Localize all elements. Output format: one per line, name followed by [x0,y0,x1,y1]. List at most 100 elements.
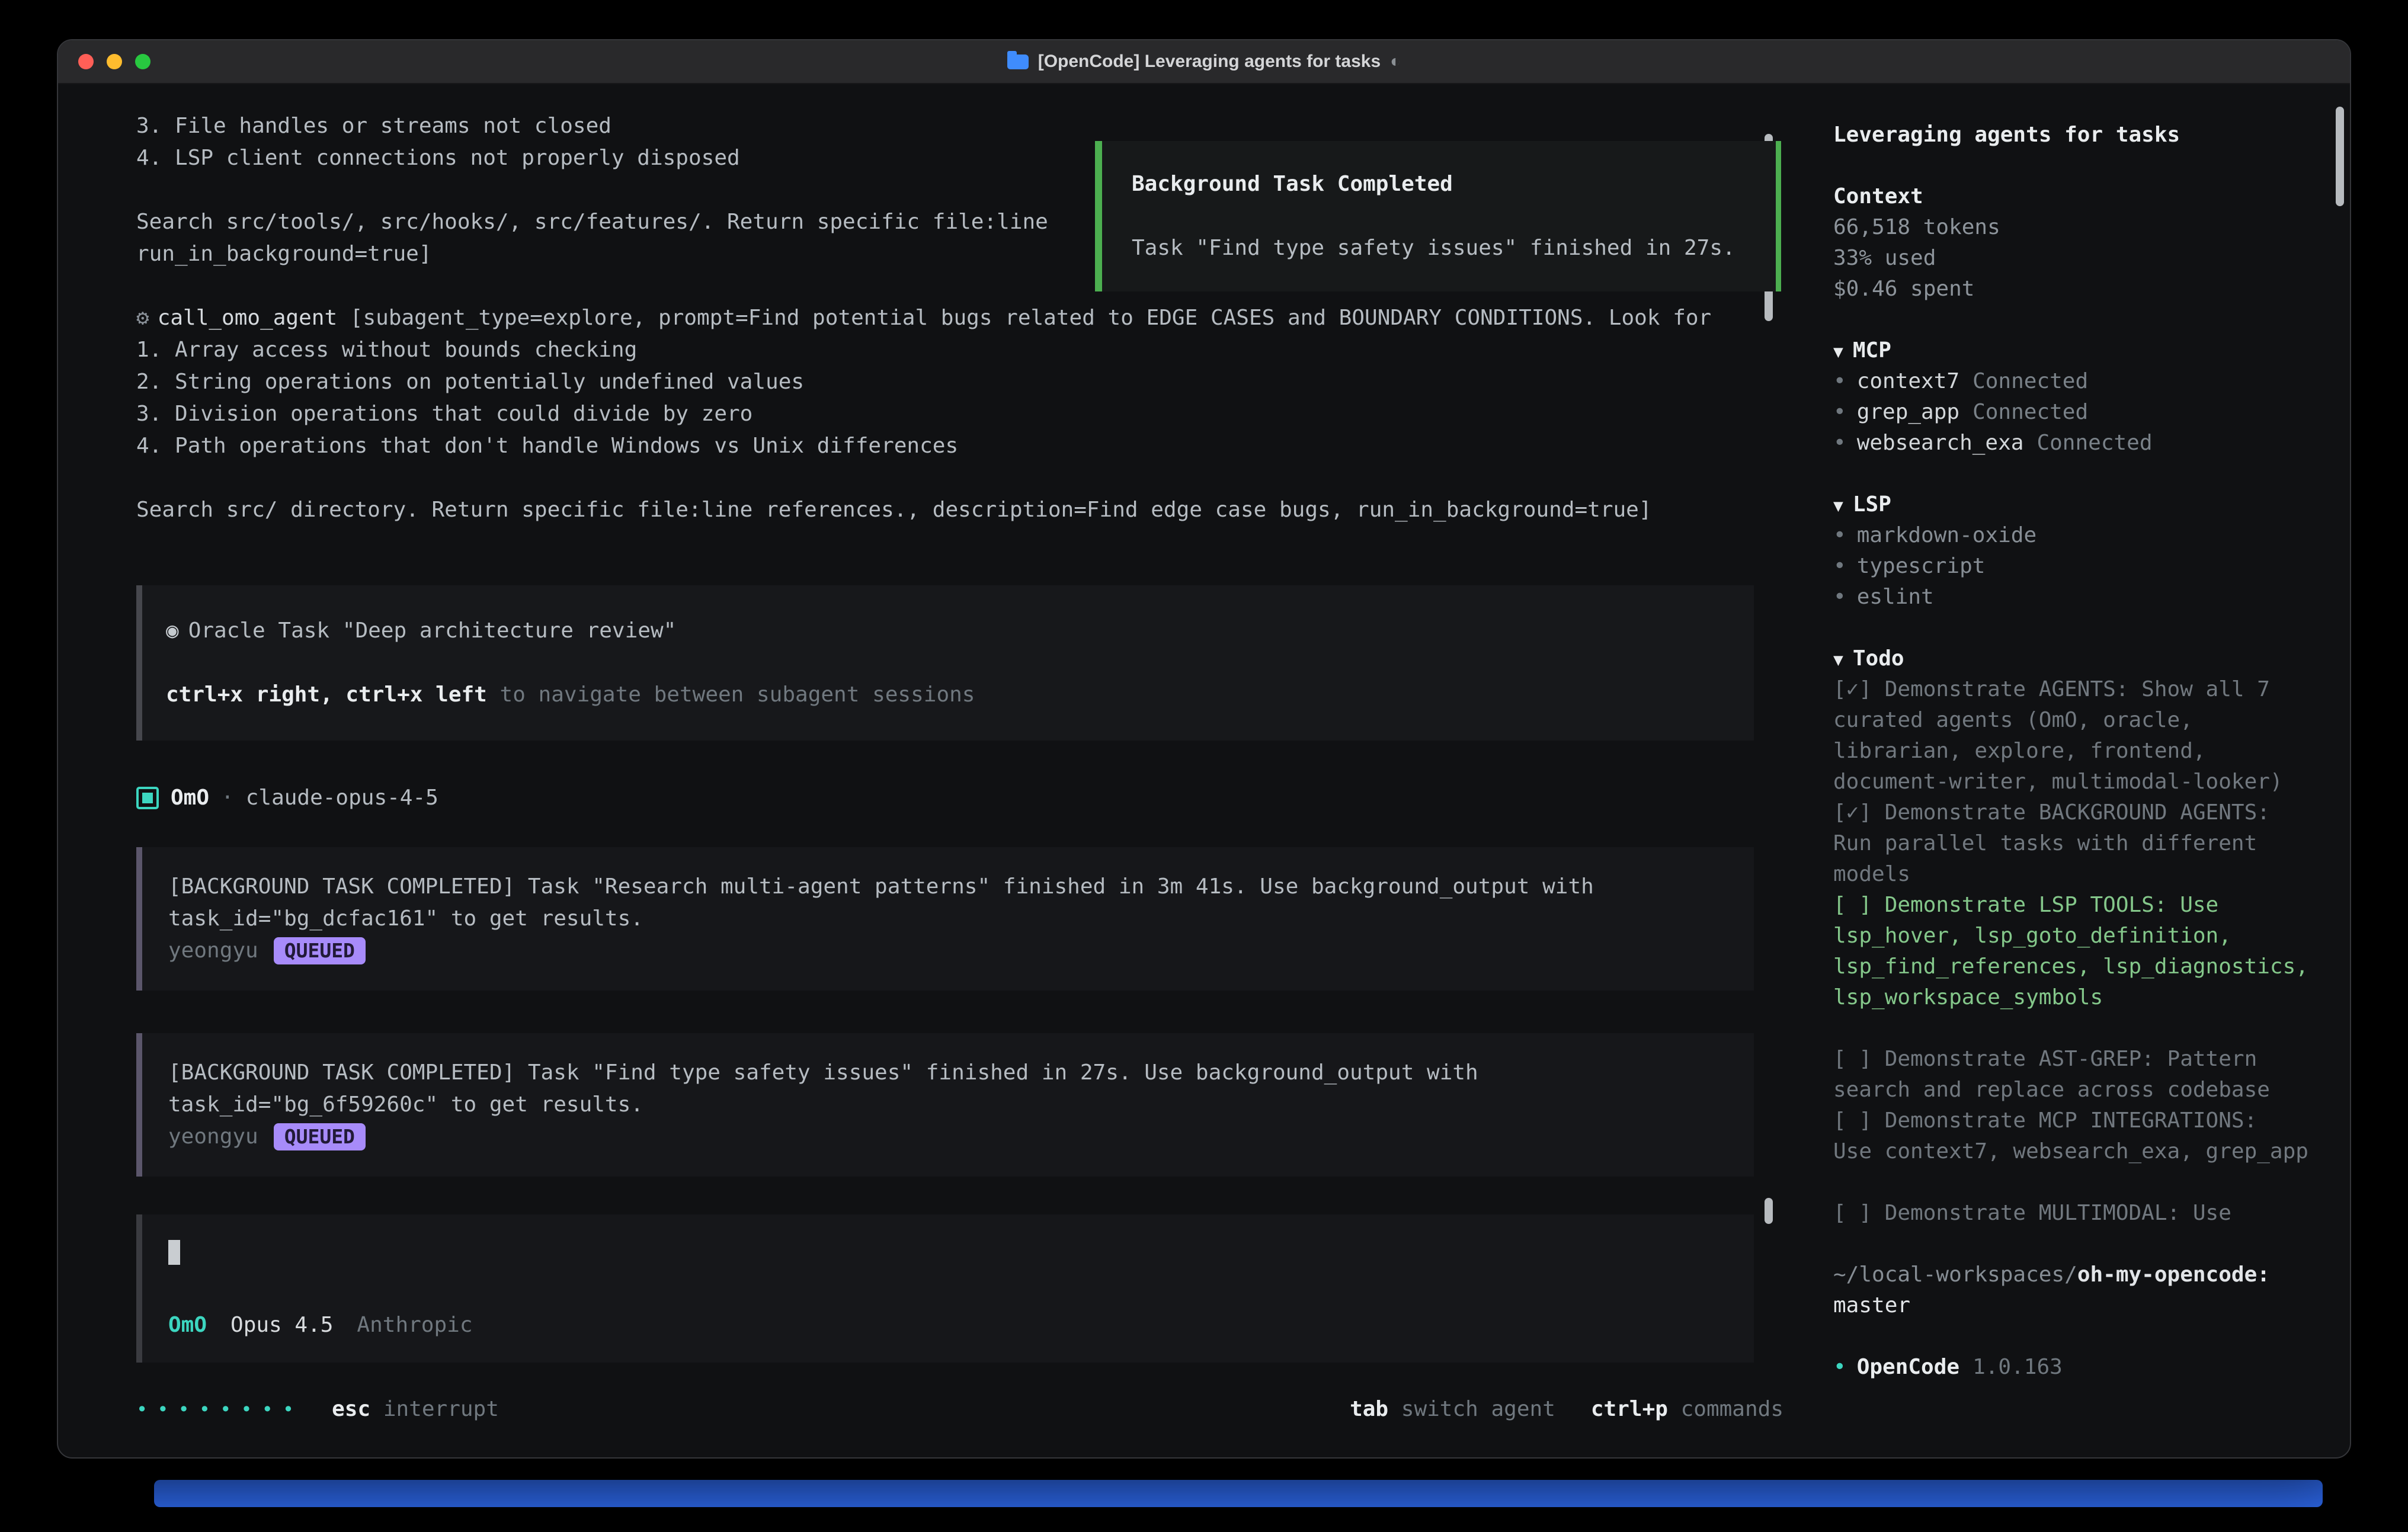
log-line: 2. String operations on potentially unde… [136,366,1754,398]
notification-toast[interactable]: Background Task Completed Task "Find typ… [1095,141,1781,291]
commands-hint: ctrl+p commands [1591,1393,1783,1425]
mcp-item: •grep_appConnected [1833,397,2314,428]
message-block: [BACKGROUND TASK COMPLETED] Task "Find t… [136,1033,1754,1177]
ctrlp-key-label: ctrl+p [1591,1397,1668,1421]
lsp-item: •typescript [1833,551,2314,582]
log-line: Search src/ directory. Return specific f… [136,494,1754,526]
record-icon: ◉ [166,618,179,643]
todo-section-header[interactable]: ▼Todo [1833,643,2314,674]
toast-body: Task "Find type safety issues" finished … [1132,232,1746,264]
todo-item-done: [✓] Demonstrate AGENTS: Show all 7 curat… [1833,674,2314,797]
context-heading: Context [1833,181,2314,212]
chevron-down-icon: ▼ [1833,650,1843,669]
agent-separator: · [221,782,234,814]
terminal-window: [OpenCode] Leveraging agents for tasks ◐… [57,39,2351,1459]
chat-area: 3. File handles or streams not closed 4.… [58,84,1795,1457]
bullet-icon: • [1833,400,1846,424]
esc-key-label: esc [332,1397,370,1421]
message-author: yeongyu [168,1121,258,1153]
log-line-blank [136,462,1754,494]
minimize-button[interactable] [107,54,122,69]
tool-call-line: ⚙call_omo_agent [subagent_type=explore, … [136,302,1754,334]
message-meta: yeongyu QUEUED [168,1121,1721,1153]
background-window-strip [154,1480,2323,1507]
tab-key-label: tab [1350,1397,1388,1421]
prompt-input-line[interactable] [168,1236,1728,1268]
text-cursor [168,1240,180,1265]
opencode-version-row: •OpenCode1.0.163 [1833,1352,2314,1383]
bullet-icon: • [1833,1355,1846,1379]
agent-model: claude-opus-4-5 [246,782,438,814]
chat-log: 3. File handles or streams not closed 4.… [136,110,1754,1363]
subagent-session-header[interactable]: OmO · claude-opus-4-5 [136,782,1754,814]
context-tokens: 66,518 tokens [1833,212,2314,243]
oracle-hint: ctrl+x right, ctrl+x left to navigate be… [166,679,1730,711]
bullet-icon: • [1833,369,1846,393]
prompt-input[interactable]: OmO Opus 4.5 Anthropic [136,1214,1754,1363]
window-titlebar: [OpenCode] Leveraging agents for tasks ◐ [58,40,2350,84]
todo-item-pending: [ ] Demonstrate AST-GREP: Pattern search… [1833,1044,2314,1105]
workspace-path-name: oh-my-opencode: [2077,1262,2270,1287]
message-line: [BACKGROUND TASK COMPLETED] Task "Find t… [168,1057,1721,1089]
window-title: [OpenCode] Leveraging agents for tasks ◐ [1007,52,1401,72]
todo-item-active: [ ] Demonstrate LSP TOOLS: Use lsp_hover… [1833,890,2314,1013]
mcp-item: •context7Connected [1833,366,2314,397]
esc-action-label: interrupt [370,1397,499,1421]
log-line: 3. File handles or streams not closed [136,110,1754,142]
mcp-item: •websearch_exaConnected [1833,428,2314,459]
gear-icon: ⚙ [136,306,149,330]
log-line: 3. Division operations that could divide… [136,398,1754,430]
tab-action-label: switch agent [1388,1397,1555,1421]
oracle-task-panel[interactable]: ◉Oracle Task "Deep architecture review" … [136,585,1754,741]
zoom-button[interactable] [135,54,150,69]
status-bar: •••••••• esc interrupt tab switch agent … [136,1393,1783,1425]
status-badge: QUEUED [274,937,366,964]
workspace-path-prefix: ~/local-workspaces/ [1833,1262,2077,1287]
tab-hint: tab switch agent [1350,1393,1555,1425]
chevron-down-icon: ▼ [1833,496,1843,515]
lsp-item: •eslint [1833,582,2314,613]
desktop: [OpenCode] Leveraging agents for tasks ◐… [0,0,2408,1532]
oracle-blank-line [166,647,1730,679]
chat-scrollbar-thumb[interactable] [1765,1198,1773,1224]
chevron-down-icon: ▼ [1833,342,1843,361]
status-badge: QUEUED [274,1123,366,1150]
bullet-icon: • [1833,431,1846,455]
context-spent: $0.46 spent [1833,274,2314,305]
oracle-hint-keys: ctrl+x right, ctrl+x left [166,682,487,707]
bullet-icon: • [1833,585,1846,609]
toast-title: Background Task Completed [1132,168,1746,200]
todo-item-done: [✓] Demonstrate BACKGROUND AGENTS: Run p… [1833,797,2314,890]
moon-spinner-icon: ◐ [1390,52,1401,72]
commands-action-label: commands [1668,1397,1783,1421]
tool-call-name: call_omo_agent [158,306,337,330]
lsp-section-header[interactable]: ▼LSP [1833,489,2314,520]
todo-item-pending: [ ] Demonstrate MCP INTEGRATIONS: Use co… [1833,1105,2314,1167]
oracle-hint-text: to navigate between subagent sessions [487,682,975,707]
bullet-icon: • [1833,554,1846,578]
mcp-section-header[interactable]: ▼MCP [1833,335,2314,366]
context-used: 33% used [1833,243,2314,274]
esc-hint: esc interrupt [332,1393,499,1425]
toast-blank-line [1132,200,1746,232]
folder-icon [1007,55,1029,69]
message-line: task_id="bg_dcfac161" to get results. [168,903,1721,935]
bullet-icon: • [1833,523,1846,547]
status-bar-right: tab switch agent ctrl+p commands [1350,1393,1783,1425]
message-block: [BACKGROUND TASK COMPLETED] Task "Resear… [136,847,1754,991]
message-meta: yeongyu QUEUED [168,935,1721,967]
session-title: Leveraging agents for tasks [1833,120,2314,150]
spinner-dots: •••••••• [136,1393,303,1425]
oracle-task-title: ◉Oracle Task "Deep architecture review" [166,615,1730,647]
active-model-provider: Anthropic [357,1309,472,1341]
agent-checkbox-icon [136,787,159,809]
agent-name: OmO [171,782,209,814]
traffic-lights [78,40,150,83]
todo-item-pending: [ ] Demonstrate MULTIMODAL: Use [1833,1198,2314,1229]
message-line: [BACKGROUND TASK COMPLETED] Task "Resear… [168,871,1721,903]
active-model-name: Opus 4.5 [230,1309,333,1341]
window-title-text: [OpenCode] Leveraging agents for tasks [1038,52,1381,72]
close-button[interactable] [78,54,94,69]
sidebar-scrollbar-thumb[interactable] [2336,107,2344,206]
active-agent-name: OmO [168,1309,207,1341]
